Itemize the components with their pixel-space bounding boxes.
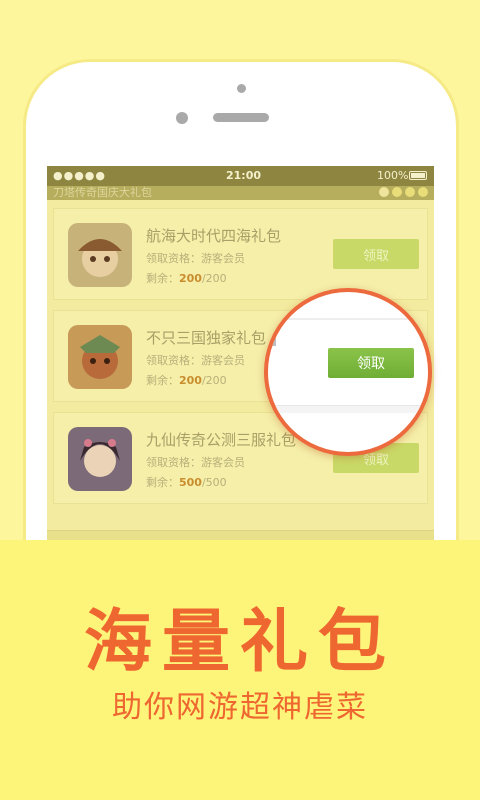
speaker-grille	[213, 113, 269, 122]
remaining-count: 200	[179, 272, 202, 285]
signal-icon: ●●●●●	[53, 169, 106, 182]
banner-title: 刀塔传奇国庆大礼包	[53, 186, 152, 199]
claim-button-zoomed[interactable]: 领取	[328, 348, 414, 378]
remaining-total: /200	[201, 272, 227, 285]
gift-remaining: 剩余：200/200	[146, 372, 227, 388]
divider	[268, 318, 428, 320]
battery-percent: 100%	[377, 169, 409, 182]
carousel-dot-icon	[405, 187, 415, 197]
promo-subtitle: 助你网游超神虐菜	[112, 690, 368, 725]
gift-title: 航海大时代四海礼包	[146, 227, 282, 245]
gift-qualification: 领取资格：游客会员	[146, 354, 245, 367]
remaining-count: 500	[179, 476, 202, 489]
game-thumbnail	[68, 325, 132, 389]
zoom-magnifier: 领取	[264, 288, 432, 456]
remaining-label: 剩余：	[146, 272, 179, 285]
divider	[268, 405, 428, 413]
gift-remaining: 剩余：500/500	[146, 474, 227, 490]
battery-icon	[409, 171, 427, 180]
gift-list-item[interactable]: 航海大时代四海礼包 领取资格：游客会员 剩余：200/200 领取	[53, 208, 428, 300]
remaining-label: 剩余：	[146, 476, 179, 489]
gift-remaining: 剩余：200/200	[146, 270, 227, 286]
remaining-total: /200	[201, 374, 227, 387]
promo-banner[interactable]: 刀塔传奇国庆大礼包	[47, 186, 434, 200]
remaining-count: 200	[179, 374, 202, 387]
remaining-label: 剩余：	[146, 374, 179, 387]
gift-title: 不只三国独家礼包	[146, 329, 267, 347]
carousel-dot-icon	[392, 187, 402, 197]
status-time: 21:00	[226, 169, 262, 182]
remaining-total: /500	[201, 476, 227, 489]
gift-qualification: 领取资格：游客会员	[146, 252, 245, 265]
promo-title: 海量礼包	[83, 603, 396, 682]
carousel-dot-icon	[418, 187, 428, 197]
carousel-dots	[379, 187, 428, 197]
text-fragment	[272, 338, 276, 346]
sensor-icon	[176, 112, 188, 124]
claim-button[interactable]: 领取	[333, 239, 419, 269]
game-thumbnail	[68, 223, 132, 287]
gift-qualification: 领取资格：游客会员	[146, 456, 245, 469]
promo-band: 海量礼包 助你网游超神虐菜	[0, 540, 480, 800]
camera-icon	[237, 84, 246, 93]
gift-title: 九仙传奇公测三服礼包	[146, 431, 297, 449]
game-thumbnail	[68, 427, 132, 491]
carousel-dot-icon	[379, 187, 389, 197]
status-bar: ●●●●● 21:00 100%	[47, 166, 434, 186]
